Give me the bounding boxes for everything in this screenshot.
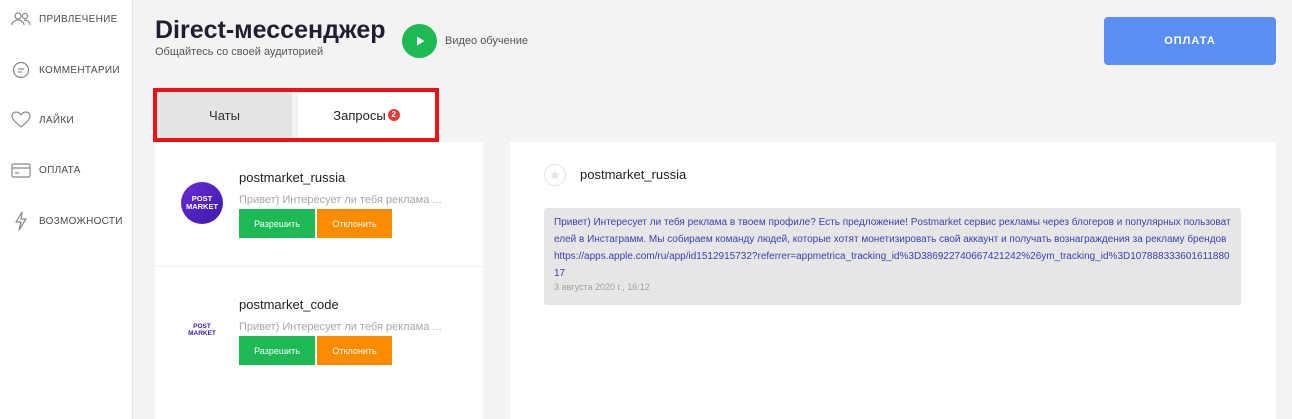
- sidebar-item-comments[interactable]: КОММЕНТАРИИ: [10, 60, 120, 80]
- list-item[interactable]: POST MARKET postmarket_russia Привет) Ин…: [155, 142, 483, 267]
- sidebar-item-likes[interactable]: ЛАЙКИ: [10, 110, 74, 130]
- sidebar: ПРИВЛЕЧЕНИЕ КОММЕНТАРИИ ЛАЙКИ ОПЛАТА ВОЗ…: [0, 0, 133, 419]
- star-icon: [549, 169, 561, 180]
- tab-chats[interactable]: Чаты: [157, 92, 292, 138]
- conversation-panel: postmarket_russia Привет) Интересует ли …: [510, 142, 1276, 419]
- sidebar-item-label: ВОЗМОЖНОСТИ: [39, 215, 123, 227]
- allow-button[interactable]: Разрешить: [239, 209, 315, 238]
- avatar: POST MARKET: [181, 182, 223, 224]
- card-icon: [10, 160, 32, 180]
- requests-count-badge: 2: [387, 109, 400, 121]
- pay-button[interactable]: ОПЛАТА: [1104, 17, 1276, 65]
- favorite-button[interactable]: [544, 164, 566, 186]
- comment-icon: [10, 60, 32, 80]
- video-tutorial-button[interactable]: [402, 24, 437, 58]
- list-item[interactable]: POST MARKET postmarket_code Привет) Инте…: [155, 267, 483, 392]
- message-text: Привет) Интересует ли тебя реклама в тво…: [554, 217, 1231, 279]
- heart-icon: [10, 110, 32, 130]
- sidebar-item-label: КОММЕНТАРИИ: [39, 64, 120, 76]
- sidebar-item-payment[interactable]: ОПЛАТА: [10, 160, 81, 180]
- message-bubble: Привет) Интересует ли тебя реклама в тво…: [544, 208, 1241, 305]
- avatar: POST MARKET: [181, 309, 223, 351]
- decline-button[interactable]: Отклонить: [317, 209, 392, 238]
- postmarket-logo: POST MARKET: [185, 194, 219, 211]
- request-name: postmarket_russia: [239, 170, 346, 185]
- postmarket-logo: POST MARKET: [188, 323, 216, 337]
- request-name: postmarket_code: [239, 297, 339, 312]
- request-preview: Привет) Интересует ли тебя реклама ...: [239, 321, 442, 333]
- tab-label: Запросы: [333, 107, 386, 123]
- page-subtitle: Общайтесь со своей аудиторией: [155, 46, 324, 58]
- sidebar-item-attraction[interactable]: ПРИВЛЕЧЕНИЕ: [10, 9, 118, 29]
- page-title: Direct-мессенджер: [155, 16, 386, 44]
- conversation-name: postmarket_russia: [580, 167, 687, 182]
- tab-label: Чаты: [209, 107, 240, 123]
- play-icon: [416, 36, 424, 46]
- requests-list: POST MARKET postmarket_russia Привет) Ин…: [155, 142, 483, 419]
- tab-requests[interactable]: Запросы 2: [298, 92, 435, 138]
- sidebar-item-label: ОПЛАТА: [39, 164, 81, 176]
- sidebar-item-label: ЛАЙКИ: [39, 114, 74, 126]
- decline-button[interactable]: Отклонить: [317, 336, 392, 365]
- message-timestamp: 3 августа 2020 г., 16:12: [554, 282, 650, 292]
- sidebar-item-label: ПРИВЛЕЧЕНИЕ: [39, 13, 118, 25]
- sidebar-item-features[interactable]: ВОЗМОЖНОСТИ: [10, 211, 123, 231]
- allow-button[interactable]: Разрешить: [239, 336, 315, 365]
- lightning-icon: [10, 211, 32, 231]
- users-icon: [10, 9, 32, 29]
- video-tutorial-label[interactable]: Видео обучение: [445, 35, 528, 47]
- request-preview: Привет) Интересует ли тебя реклама ...: [239, 194, 442, 206]
